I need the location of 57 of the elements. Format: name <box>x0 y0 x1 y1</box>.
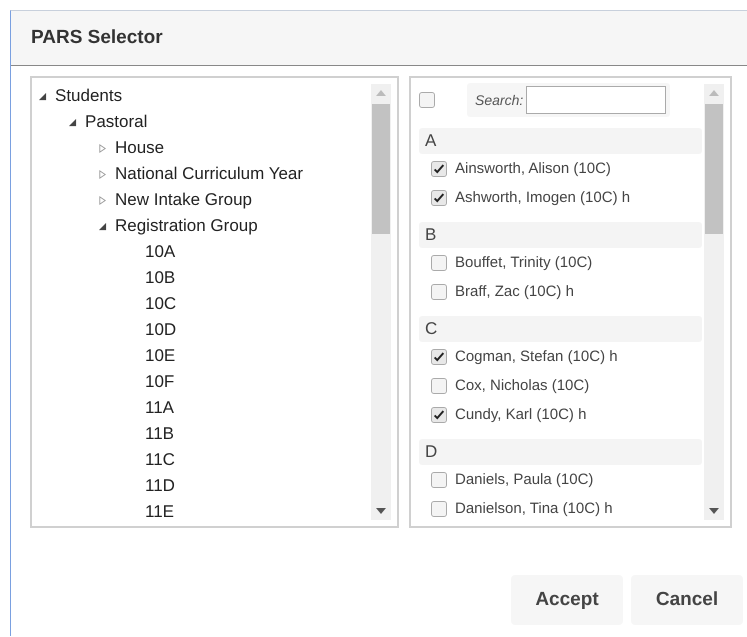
scroll-down-icon[interactable] <box>709 508 719 514</box>
tree-item[interactable]: 11C <box>145 450 175 470</box>
checkbox[interactable] <box>431 190 447 206</box>
student-name[interactable]: Cox, Nicholas (10C) <box>455 377 590 394</box>
tree-item[interactable]: 10C <box>145 294 176 314</box>
dialog-button[interactable]: Cancel <box>631 575 743 625</box>
scroll-up-icon[interactable] <box>709 90 719 96</box>
group-letter: A <box>425 131 436 151</box>
dialog-button[interactable]: Accept <box>511 575 623 625</box>
tree-item[interactable]: 10A <box>145 242 176 262</box>
search-label: Search: <box>475 92 524 108</box>
tree-item[interactable]: New Intake Group <box>115 190 252 210</box>
expanded-triangle-icon[interactable] <box>68 118 77 126</box>
tree-item[interactable]: 11D <box>145 476 175 496</box>
tree-item[interactable]: 11A <box>145 398 174 418</box>
tree-item[interactable]: House <box>115 138 164 158</box>
student-name[interactable]: Daniels, Paula (10C) <box>455 471 594 488</box>
student-name[interactable]: Bouffet, Trinity (10C) <box>455 254 592 271</box>
expanded-triangle-icon[interactable] <box>98 222 107 230</box>
scroll-up-icon[interactable] <box>376 90 386 96</box>
scroll-down-icon[interactable] <box>376 508 386 514</box>
collapsed-triangle-icon[interactable] <box>98 170 107 178</box>
tree-item[interactable]: 10E <box>145 346 176 366</box>
checkbox[interactable] <box>431 348 447 364</box>
student-name[interactable]: Cogman, Stefan (10C) h <box>455 348 618 365</box>
tree-item[interactable]: Students <box>55 86 122 106</box>
checkbox[interactable] <box>431 406 447 422</box>
tree-item[interactable]: 10F <box>145 372 174 392</box>
tree-item[interactable]: 11E <box>145 502 174 522</box>
checkbox[interactable] <box>431 254 447 270</box>
group-letter: D <box>425 442 438 462</box>
tree-item[interactable]: National Curriculum Year <box>115 164 304 184</box>
checkbox[interactable] <box>419 92 435 108</box>
search-field[interactable] <box>526 86 666 114</box>
collapsed-triangle-icon[interactable] <box>98 196 107 204</box>
checkbox[interactable] <box>431 160 447 176</box>
tree-item[interactable]: 10D <box>145 320 176 340</box>
student-name[interactable]: Danielson, Tina (10C) h <box>455 500 613 517</box>
tree-item[interactable]: 10B <box>145 268 176 288</box>
checkbox[interactable] <box>431 500 447 516</box>
checkbox[interactable] <box>431 472 447 488</box>
window-title: PARS Selector <box>31 27 163 49</box>
student-name[interactable]: Ashworth, Imogen (10C) h <box>455 189 630 206</box>
scrollbar[interactable] <box>704 84 724 520</box>
student-name[interactable]: Ainsworth, Alison (10C) <box>455 160 611 177</box>
collapsed-triangle-icon[interactable] <box>98 144 107 152</box>
checkbox[interactable] <box>431 378 447 394</box>
tree-item[interactable]: Registration Group <box>115 216 258 236</box>
student-name[interactable]: Cundy, Karl (10C) h <box>455 406 586 423</box>
group-letter: C <box>425 319 438 339</box>
tree-item[interactable]: Pastoral <box>85 112 148 132</box>
tree-item[interactable]: 11B <box>145 424 174 444</box>
scrollbar[interactable] <box>371 84 391 520</box>
group-letter: B <box>425 225 436 245</box>
checkbox[interactable] <box>431 284 447 300</box>
student-name[interactable]: Braff, Zac (10C) h <box>455 283 574 300</box>
expanded-triangle-icon[interactable] <box>38 92 47 100</box>
